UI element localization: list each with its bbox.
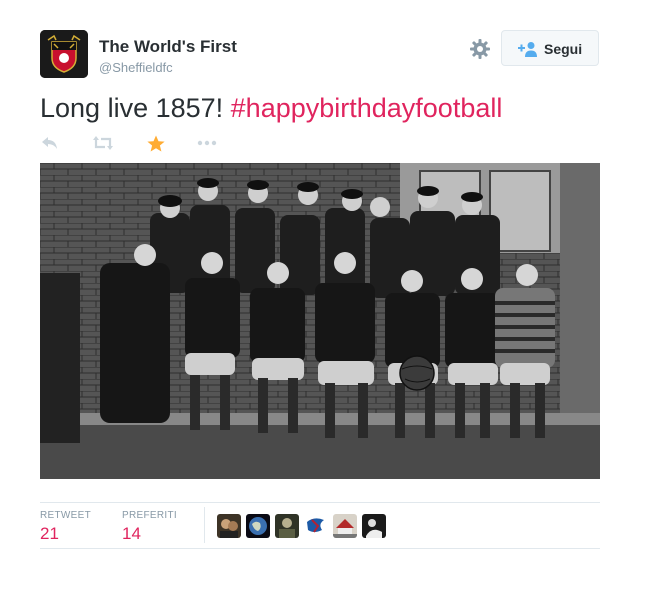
retweet-count-label[interactable]: RETWEET bbox=[40, 510, 91, 521]
more-icon[interactable] bbox=[196, 134, 218, 154]
favoriter-avatar[interactable] bbox=[275, 514, 299, 538]
stats-divider-top bbox=[40, 502, 600, 503]
club-crest-icon bbox=[40, 30, 88, 78]
account-handle[interactable]: @Sheffieldfc bbox=[99, 60, 173, 75]
tweet-photo[interactable] bbox=[40, 163, 600, 479]
tweet-text: Long live 1857! #happybirthdayfootball bbox=[40, 93, 502, 124]
person-plus-icon bbox=[518, 42, 537, 57]
stats-vertical-divider bbox=[204, 507, 205, 543]
favorite-star-icon[interactable] bbox=[146, 134, 168, 154]
retweet-count[interactable]: 21 bbox=[40, 524, 59, 544]
favoriter-avatar[interactable] bbox=[333, 514, 357, 538]
retweet-icon[interactable] bbox=[92, 134, 114, 154]
gear-icon[interactable] bbox=[468, 37, 492, 61]
favoriter-avatar[interactable] bbox=[362, 514, 386, 538]
account-name[interactable]: The World's First bbox=[99, 37, 237, 57]
stats-divider-bottom bbox=[40, 548, 600, 549]
hashtag-link[interactable]: #happybirthdayfootball bbox=[231, 93, 503, 123]
tweet-actions bbox=[40, 134, 240, 154]
follow-button[interactable]: Segui bbox=[501, 30, 599, 66]
favorites-count[interactable]: 14 bbox=[122, 524, 141, 544]
favoriter-avatar[interactable] bbox=[304, 514, 328, 538]
favoriter-avatar[interactable] bbox=[246, 514, 270, 538]
tweet-card: The World's First @Sheffieldfc Segui Lon… bbox=[0, 0, 652, 608]
favorites-count-label[interactable]: PREFERITI bbox=[122, 510, 177, 521]
team-photo-image bbox=[40, 163, 600, 479]
profile-avatar[interactable] bbox=[40, 30, 88, 78]
follow-button-label: Segui bbox=[544, 41, 583, 57]
favoriter-avatar[interactable] bbox=[217, 514, 241, 538]
reply-icon[interactable] bbox=[40, 134, 62, 154]
tweet-text-body: Long live 1857! bbox=[40, 93, 231, 123]
